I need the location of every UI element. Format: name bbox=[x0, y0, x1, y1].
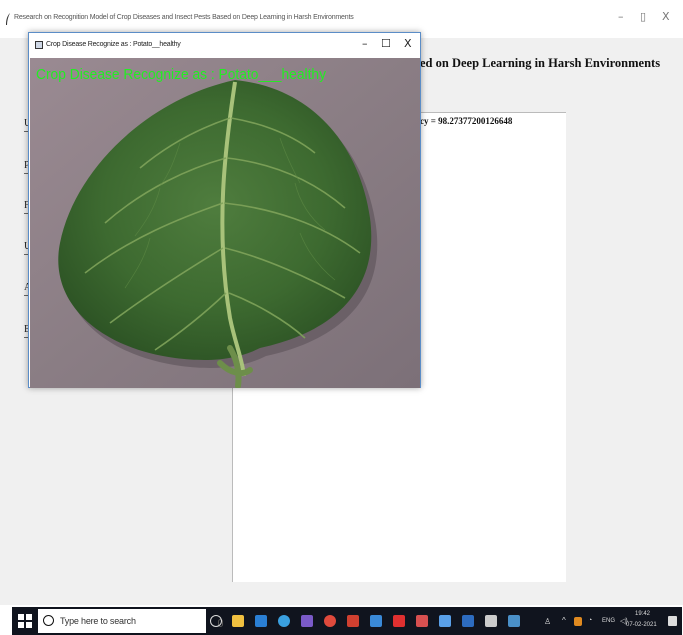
tray-chevron-icon[interactable]: ^ bbox=[562, 616, 566, 625]
app-icon-pink[interactable] bbox=[416, 615, 428, 627]
main-close-button[interactable]: X bbox=[662, 10, 670, 23]
clock-time[interactable]: 19:42 bbox=[635, 611, 650, 617]
main-minimize-button[interactable]: – bbox=[618, 10, 624, 23]
windows-start-icon[interactable] bbox=[18, 614, 32, 628]
app-icon-purple[interactable] bbox=[301, 615, 313, 627]
pdf-reader-icon[interactable] bbox=[393, 615, 405, 627]
popup-window-title: Crop Disease Recognize as : Potato__heal… bbox=[46, 41, 181, 48]
store-icon[interactable] bbox=[255, 615, 267, 627]
recognition-popup-window: Crop Disease Recognize as : Potato__heal… bbox=[28, 32, 421, 388]
app-icon-darkblue[interactable] bbox=[462, 615, 474, 627]
taskbar-search-placeholder: Type here to search bbox=[60, 616, 136, 626]
edge-browser-icon[interactable] bbox=[278, 615, 290, 627]
accuracy-readout: cy = 98.27377200126648 bbox=[420, 116, 513, 126]
network-icon[interactable]: ◔ bbox=[588, 617, 592, 624]
chrome-browser-icon[interactable] bbox=[324, 615, 336, 627]
leaf-image: Crop Disease Recognize as : Potato___hea… bbox=[30, 58, 420, 388]
feather-icon bbox=[6, 13, 10, 25]
people-icon[interactable]: ♙ bbox=[544, 617, 551, 626]
app-icon-red[interactable] bbox=[347, 615, 359, 627]
popup-titlebar[interactable]: Crop Disease Recognize as : Potato__heal… bbox=[29, 33, 420, 57]
popup-minimize-button[interactable]: – bbox=[362, 37, 368, 50]
main-maximize-button[interactable]: ▯ bbox=[640, 10, 646, 23]
popup-maximize-button[interactable]: ☐ bbox=[381, 37, 391, 50]
app-icon-gray[interactable] bbox=[485, 615, 497, 627]
language-indicator[interactable]: ENG bbox=[602, 618, 615, 624]
prediction-overlay-text: Crop Disease Recognize as : Potato___hea… bbox=[36, 66, 326, 83]
potato-leaf-illustration bbox=[30, 58, 420, 388]
python-icon[interactable] bbox=[508, 615, 520, 627]
popup-close-button[interactable]: X bbox=[404, 37, 412, 50]
app-heading: ed on Deep Learning in Harsh Environment… bbox=[420, 56, 661, 70]
taskbar-search-box[interactable]: Type here to search bbox=[38, 609, 223, 633]
task-view-icon[interactable] bbox=[210, 615, 222, 627]
clock-date[interactable]: 07-02-2021 bbox=[626, 622, 657, 628]
app-icon-blue[interactable] bbox=[370, 615, 382, 627]
tray-app-icon[interactable] bbox=[574, 617, 582, 626]
cortana-icon bbox=[43, 615, 54, 626]
file-explorer-icon[interactable] bbox=[232, 615, 244, 627]
action-center-icon[interactable] bbox=[668, 616, 677, 626]
word-icon[interactable] bbox=[439, 615, 451, 627]
taskbar: Type here to search ♙ ^ ◔ ENG ◁) 19:42 0… bbox=[12, 607, 682, 635]
main-window-title: Research on Recognition Model of Crop Di… bbox=[14, 14, 354, 21]
window-app-icon bbox=[35, 41, 43, 49]
